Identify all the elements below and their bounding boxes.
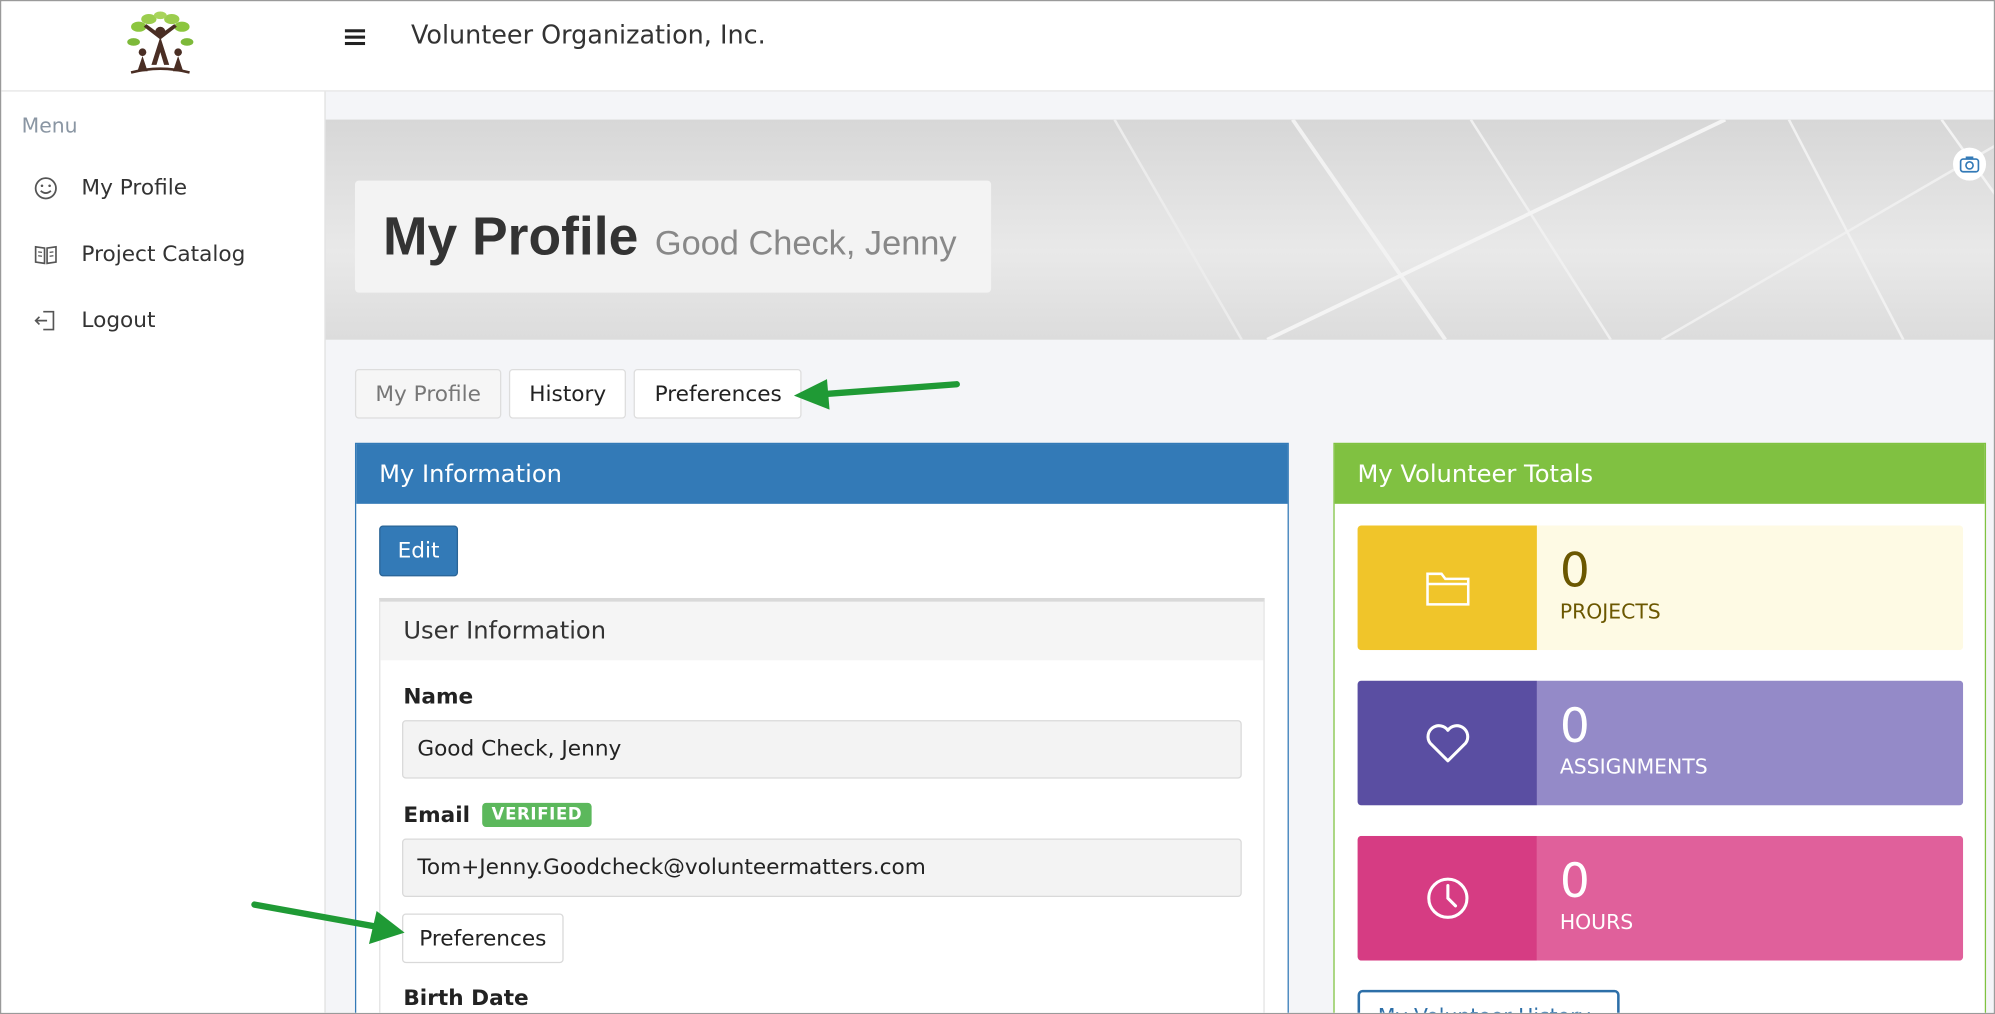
- logout-icon: [32, 307, 60, 335]
- annotation-arrow: [251, 901, 405, 945]
- stat-caption: HOURS: [1559, 909, 1634, 934]
- assignments-stat: 0 ASSIGNMENTS: [1357, 680, 1964, 806]
- panel-heading: My Volunteer Totals: [1334, 444, 1985, 504]
- book-icon: [32, 240, 60, 268]
- top-bar: Volunteer Organization, Inc.: [1, 1, 1994, 92]
- annotation-arrow: [793, 379, 960, 410]
- sidebar-item-logout[interactable]: Logout: [32, 302, 156, 340]
- profile-banner: My Profile Good Check, Jenny: [325, 119, 1994, 340]
- birth-date-label: Birth Date: [403, 986, 529, 1012]
- email-field[interactable]: Tom+Jenny.Goodcheck@volunteermatters.com: [402, 838, 1242, 897]
- profile-tabs: My Profile History Preferences: [354, 368, 810, 420]
- stat-caption: ASSIGNMENTS: [1559, 754, 1708, 779]
- stat-value: 0: [1559, 698, 1590, 754]
- verified-badge: VERIFIED: [482, 802, 592, 827]
- page-title-box: My Profile Good Check, Jenny: [354, 180, 992, 293]
- tab-history[interactable]: History: [508, 368, 627, 419]
- page-subtitle: Good Check, Jenny: [654, 223, 957, 263]
- menu-label: Menu: [21, 113, 78, 138]
- email-label-row: Email VERIFIED: [403, 802, 592, 829]
- edit-button[interactable]: Edit: [379, 525, 459, 577]
- hamburger-icon[interactable]: [344, 22, 366, 54]
- heart-icon: [1357, 680, 1537, 806]
- sidebar: Menu My Profile Project Catalog Logout: [1, 91, 326, 1013]
- tab-my-profile[interactable]: My Profile: [354, 368, 502, 419]
- hours-stat: 0 HOURS: [1357, 835, 1964, 961]
- volunteer-history-button[interactable]: My Volunteer History: [1357, 989, 1620, 1013]
- app-title: Volunteer Organization, Inc.: [410, 19, 766, 50]
- stat-caption: PROJECTS: [1559, 599, 1661, 624]
- tab-preferences[interactable]: Preferences: [634, 368, 803, 419]
- smiley-icon: [32, 174, 60, 202]
- preferences-button[interactable]: Preferences: [402, 913, 564, 964]
- stat-value: 0: [1559, 543, 1590, 598]
- name-label: Name: [403, 684, 474, 710]
- sidebar-item-my-profile[interactable]: My Profile: [32, 169, 187, 207]
- my-information-panel: My Information Edit User Information Nam…: [354, 442, 1289, 1013]
- volunteer-totals-panel: My Volunteer Totals 0 PROJECTS 0 ASSIGNM…: [1333, 442, 1987, 1013]
- sidebar-item-project-catalog[interactable]: Project Catalog: [32, 235, 246, 273]
- main-content: My Profile Good Check, Jenny My Profile …: [251, 91, 1994, 1013]
- sidebar-item-label: My Profile: [81, 175, 188, 202]
- sidebar-item-label: Logout: [81, 307, 156, 334]
- camera-icon[interactable]: [1952, 147, 1987, 181]
- clock-icon: [1357, 835, 1537, 961]
- folder-icon: [1357, 525, 1537, 651]
- email-label: Email: [403, 802, 471, 829]
- panel-heading: My Information: [356, 444, 1288, 504]
- page-title: My Profile: [382, 206, 639, 266]
- section-heading: User Information: [380, 601, 1264, 661]
- name-field[interactable]: Good Check, Jenny: [402, 720, 1242, 779]
- stat-value: 0: [1559, 853, 1590, 909]
- app-window: Volunteer Organization, Inc. Menu My Pro…: [0, 0, 1995, 1014]
- projects-stat: 0 PROJECTS: [1357, 525, 1964, 651]
- sidebar-item-label: Project Catalog: [81, 241, 246, 268]
- tree-people-logo[interactable]: [121, 9, 200, 75]
- user-information-section: User Information Name Good Check, Jenny …: [379, 597, 1265, 1013]
